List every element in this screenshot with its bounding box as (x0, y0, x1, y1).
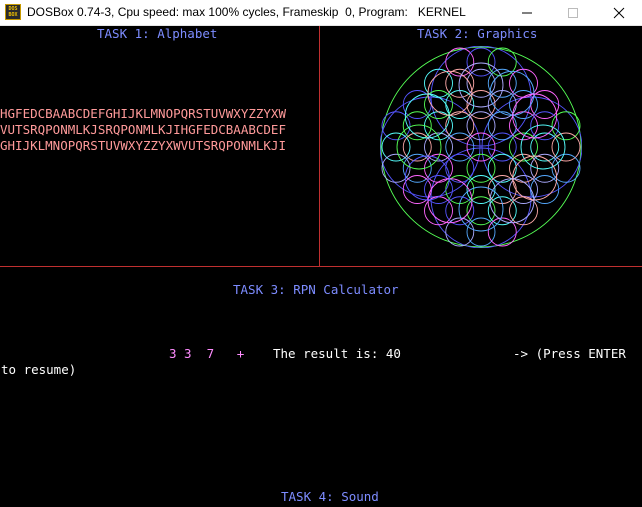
pattern-circle (424, 196, 453, 226)
pattern-circle (466, 196, 496, 226)
pattern-circle (466, 47, 496, 77)
pattern-circle (381, 153, 411, 183)
vertical-divider (319, 26, 320, 266)
pattern-circle (487, 175, 517, 204)
alphabet-line-3: GHIJKLMNOPQRSTUVWXYZZYXWVUTSRQPONMLKJI (0, 138, 286, 153)
maximize-icon (568, 8, 578, 18)
pattern-circle (509, 90, 538, 119)
pattern-circle (509, 111, 538, 141)
pattern-circle (381, 132, 411, 162)
horizontal-divider (0, 266, 642, 267)
pattern-circle (487, 90, 517, 119)
pattern-circle (402, 90, 432, 119)
result-text: The result is: 40 (273, 346, 401, 361)
pattern-circle (509, 196, 538, 226)
pattern-circle (487, 153, 517, 183)
close-button[interactable] (596, 0, 642, 25)
pattern-circle (466, 132, 496, 162)
pattern-circle (466, 111, 496, 141)
pattern-circle (424, 153, 453, 183)
dosbox-icon[interactable]: DOS BOX (5, 4, 21, 20)
pattern-circle (445, 47, 475, 77)
close-icon (613, 7, 625, 19)
pattern-circle (509, 153, 538, 183)
pattern-circle (551, 132, 581, 162)
pattern-circle (402, 175, 432, 204)
pattern-circle (424, 90, 453, 119)
pattern-circle (530, 175, 560, 204)
pattern-circle (402, 132, 432, 162)
task4-title: TASK 4: Sound (281, 489, 379, 504)
pattern-circle (445, 90, 475, 119)
pattern-circle (445, 217, 475, 247)
pattern-circle (445, 111, 475, 141)
pattern-circle (424, 175, 453, 204)
pattern-circle (381, 111, 411, 141)
pattern-circle (424, 68, 453, 98)
maximize-button[interactable] (550, 0, 596, 25)
pattern-circle (487, 47, 517, 77)
alphabet-line-1: HGFEDCBAABCDEFGHIJKLMNOPQRSTUVWXYZZYXW (0, 106, 286, 121)
pattern-circle (509, 68, 538, 98)
pattern-circle (466, 68, 496, 98)
task1-title: TASK 1: Alphabet (97, 26, 218, 41)
pattern-circle (530, 90, 560, 119)
pattern-circle (466, 217, 496, 247)
outer-ring (380, 46, 582, 248)
pattern-circle (530, 132, 560, 162)
pattern-circle (445, 175, 475, 204)
pattern-circle (551, 153, 581, 183)
pattern-circle (466, 153, 496, 183)
pattern-circle (509, 175, 538, 204)
pattern-circle (487, 132, 517, 162)
pattern-circle (445, 153, 475, 183)
pattern-circle (424, 111, 453, 141)
resume-prompt: to resume) (1, 362, 77, 377)
pattern-circle (487, 111, 517, 141)
dos-screen[interactable]: TASK 1: Alphabet HGFEDCBAABCDEFGHIJKLMNO… (0, 26, 642, 507)
press-enter-prompt: -> (Press ENTER (513, 346, 626, 361)
alphabet-line-2: VUTSRQPONMLKJSRQPONMLKJIHGFEDCBAABCDEF (0, 122, 286, 137)
rpn-input: 3 3 7 + (169, 346, 245, 361)
pattern-circle (551, 111, 581, 141)
pattern-circle (445, 132, 475, 162)
title-bar[interactable]: DOS BOX DOSBox 0.74-3, Cpu speed: max 10… (0, 0, 642, 26)
task3-title: TASK 3: RPN Calculator (233, 282, 399, 297)
icon-text-bottom: BOX (8, 12, 18, 18)
window-title: DOSBox 0.74-3, Cpu speed: max 100% cycle… (27, 5, 466, 19)
circle-pattern-graphic (380, 46, 582, 248)
minimize-icon (522, 12, 532, 14)
pattern-circle (487, 217, 517, 247)
minimize-button[interactable] (504, 0, 550, 25)
task2-title: TASK 2: Graphics (417, 26, 538, 41)
